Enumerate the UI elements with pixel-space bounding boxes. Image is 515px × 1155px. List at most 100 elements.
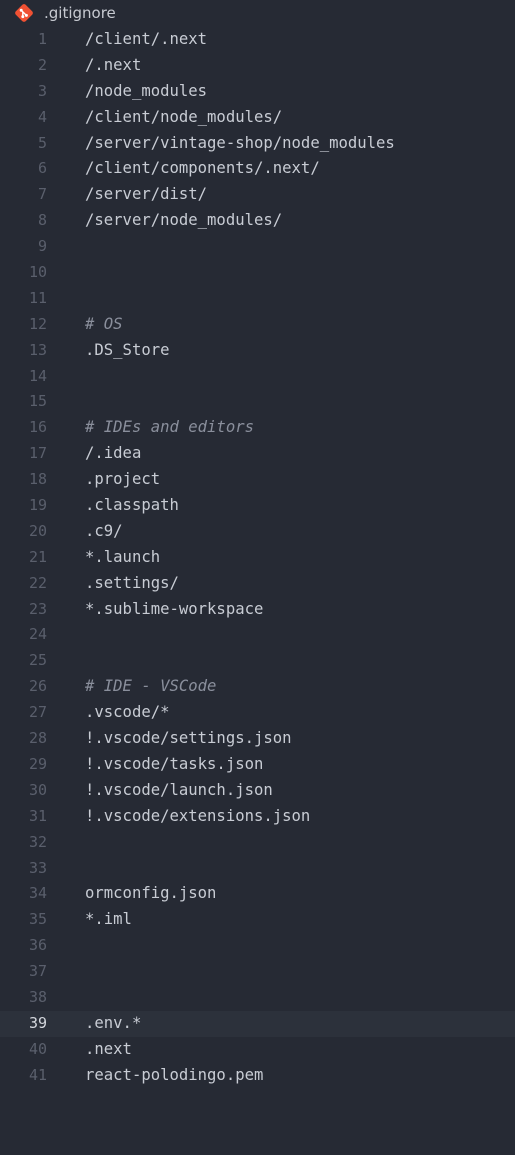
line-number: 18	[28, 470, 47, 489]
code-line[interactable]: 5/server/vintage-shop/node_modules	[0, 131, 515, 157]
code-text[interactable]: /client/node_modules/	[85, 105, 282, 131]
code-line[interactable]: 24	[0, 622, 515, 648]
code-text[interactable]: !.vscode/settings.json	[85, 726, 292, 752]
code-line[interactable]: 31 !.vscode/extensions.json	[0, 804, 515, 830]
line-number: 16	[28, 418, 47, 437]
line-number: 21	[28, 547, 47, 566]
line-number: 13	[28, 340, 47, 359]
code-editor[interactable]: 1/client/.next 2/.next 3/node_modules 4/cli…	[0, 27, 515, 1089]
code-text[interactable]: /.idea	[85, 441, 141, 467]
code-line[interactable]: 11	[0, 286, 515, 312]
line-number: 17	[28, 444, 47, 463]
file-tab-header[interactable]: .gitignore	[0, 0, 515, 26]
line-number: 35	[28, 910, 47, 929]
code-line[interactable]: 40 .next	[0, 1037, 515, 1063]
code-text[interactable]: .classpath	[85, 493, 179, 519]
code-line[interactable]: 8/server/node_modules/	[0, 208, 515, 234]
line-number: 37	[28, 962, 47, 981]
comment-text[interactable]: # IDE - VSCode	[85, 674, 216, 700]
code-line[interactable]: 7/server/dist/	[0, 182, 515, 208]
line-number: 28	[28, 729, 47, 748]
code-line[interactable]: 6/client/components/.next/	[0, 156, 515, 182]
line-number: 36	[28, 936, 47, 955]
code-text[interactable]: !.vscode/launch.json	[85, 778, 273, 804]
line-number: 20	[28, 521, 47, 540]
code-line[interactable]: 20 .c9/	[0, 519, 515, 545]
code-text[interactable]: *.sublime-workspace	[85, 597, 263, 623]
line-number: 40	[28, 1039, 47, 1058]
code-line[interactable]: 15	[0, 389, 515, 415]
code-line[interactable]: 38	[0, 985, 515, 1011]
code-text[interactable]: /client/.next	[85, 27, 207, 53]
code-line[interactable]: 1/client/.next	[0, 27, 515, 53]
line-number: 38	[28, 987, 47, 1006]
line-number: 32	[28, 832, 47, 851]
code-text[interactable]: .DS_Store	[85, 338, 170, 364]
code-text[interactable]: !.vscode/extensions.json	[85, 804, 310, 830]
code-line[interactable]: 10	[0, 260, 515, 286]
code-line[interactable]: 17 /.idea	[0, 441, 515, 467]
code-line[interactable]: 39 .env.*	[0, 1010, 515, 1037]
comment-text[interactable]: # IDEs and editors	[85, 415, 254, 441]
code-line[interactable]: 37	[0, 959, 515, 985]
line-number: 2	[37, 55, 47, 74]
code-line[interactable]: 19 .classpath	[0, 493, 515, 519]
code-line[interactable]: 33	[0, 856, 515, 882]
line-number: 24	[28, 625, 47, 644]
code-text[interactable]: *.iml	[85, 907, 132, 933]
git-icon	[15, 4, 33, 22]
line-number: 7	[37, 185, 47, 204]
code-line[interactable]: 27 .vscode/*	[0, 700, 515, 726]
line-number: 1	[37, 30, 47, 48]
code-text[interactable]: .vscode/*	[85, 700, 170, 726]
line-number: 15	[28, 392, 47, 411]
code-line[interactable]: 29 !.vscode/tasks.json	[0, 752, 515, 778]
code-line[interactable]: 26 # IDE - VSCode	[0, 674, 515, 700]
code-text[interactable]: .project	[85, 467, 160, 493]
code-line[interactable]: 35 *.iml	[0, 907, 515, 933]
code-line[interactable]: 3/node_modules	[0, 79, 515, 105]
code-text[interactable]: /server/dist/	[85, 182, 207, 208]
line-number: 27	[28, 703, 47, 722]
line-number: 4	[37, 107, 47, 126]
code-line[interactable]: 30 !.vscode/launch.json	[0, 778, 515, 804]
code-line[interactable]: 14	[0, 364, 515, 390]
code-line[interactable]: 13 .DS_Store	[0, 338, 515, 364]
comment-text[interactable]: # OS	[85, 312, 123, 338]
code-line[interactable]: 18 .project	[0, 467, 515, 493]
code-line[interactable]: 41 react-polodingo.pem	[0, 1063, 515, 1089]
line-number: 22	[28, 573, 47, 592]
code-text[interactable]: .next	[85, 1037, 132, 1063]
line-number: 9	[37, 237, 47, 256]
code-text[interactable]: !.vscode/tasks.json	[85, 752, 263, 778]
code-line[interactable]: 25	[0, 648, 515, 674]
code-text[interactable]: /node_modules	[85, 79, 207, 105]
code-text[interactable]: /server/vintage-shop/node_modules	[85, 131, 395, 157]
code-line[interactable]: 28 !.vscode/settings.json	[0, 726, 515, 752]
code-line[interactable]: 2 /.next	[0, 53, 515, 79]
code-line[interactable]: 22 .settings/	[0, 571, 515, 597]
code-line[interactable]: 32	[0, 830, 515, 856]
line-number: 19	[28, 496, 47, 515]
line-number: 8	[37, 211, 47, 230]
code-line[interactable]: 4/client/node_modules/	[0, 105, 515, 131]
code-text[interactable]: .settings/	[85, 571, 179, 597]
code-line[interactable]: 12 # OS	[0, 312, 515, 338]
code-line[interactable]: 23 *.sublime-workspace	[0, 597, 515, 623]
code-text[interactable]: /.next	[85, 53, 141, 79]
code-text[interactable]: /server/node_modules/	[85, 208, 282, 234]
code-text[interactable]: /client/components/.next/	[85, 156, 320, 182]
code-line[interactable]: 36	[0, 933, 515, 959]
code-line[interactable]: 34 ormconfig.json	[0, 881, 515, 907]
line-number: 31	[28, 806, 47, 825]
code-text[interactable]: react-polodingo.pem	[85, 1063, 263, 1089]
code-text[interactable]: .env.*	[85, 1011, 141, 1037]
code-line[interactable]: 9	[0, 234, 515, 260]
code-text[interactable]: *.launch	[85, 545, 160, 571]
code-text[interactable]: .c9/	[85, 519, 123, 545]
line-number: 14	[28, 366, 47, 385]
code-line[interactable]: 16 # IDEs and editors	[0, 415, 515, 441]
line-number: 23	[28, 599, 47, 618]
code-line[interactable]: 21 *.launch	[0, 545, 515, 571]
code-text[interactable]: ormconfig.json	[85, 881, 216, 907]
